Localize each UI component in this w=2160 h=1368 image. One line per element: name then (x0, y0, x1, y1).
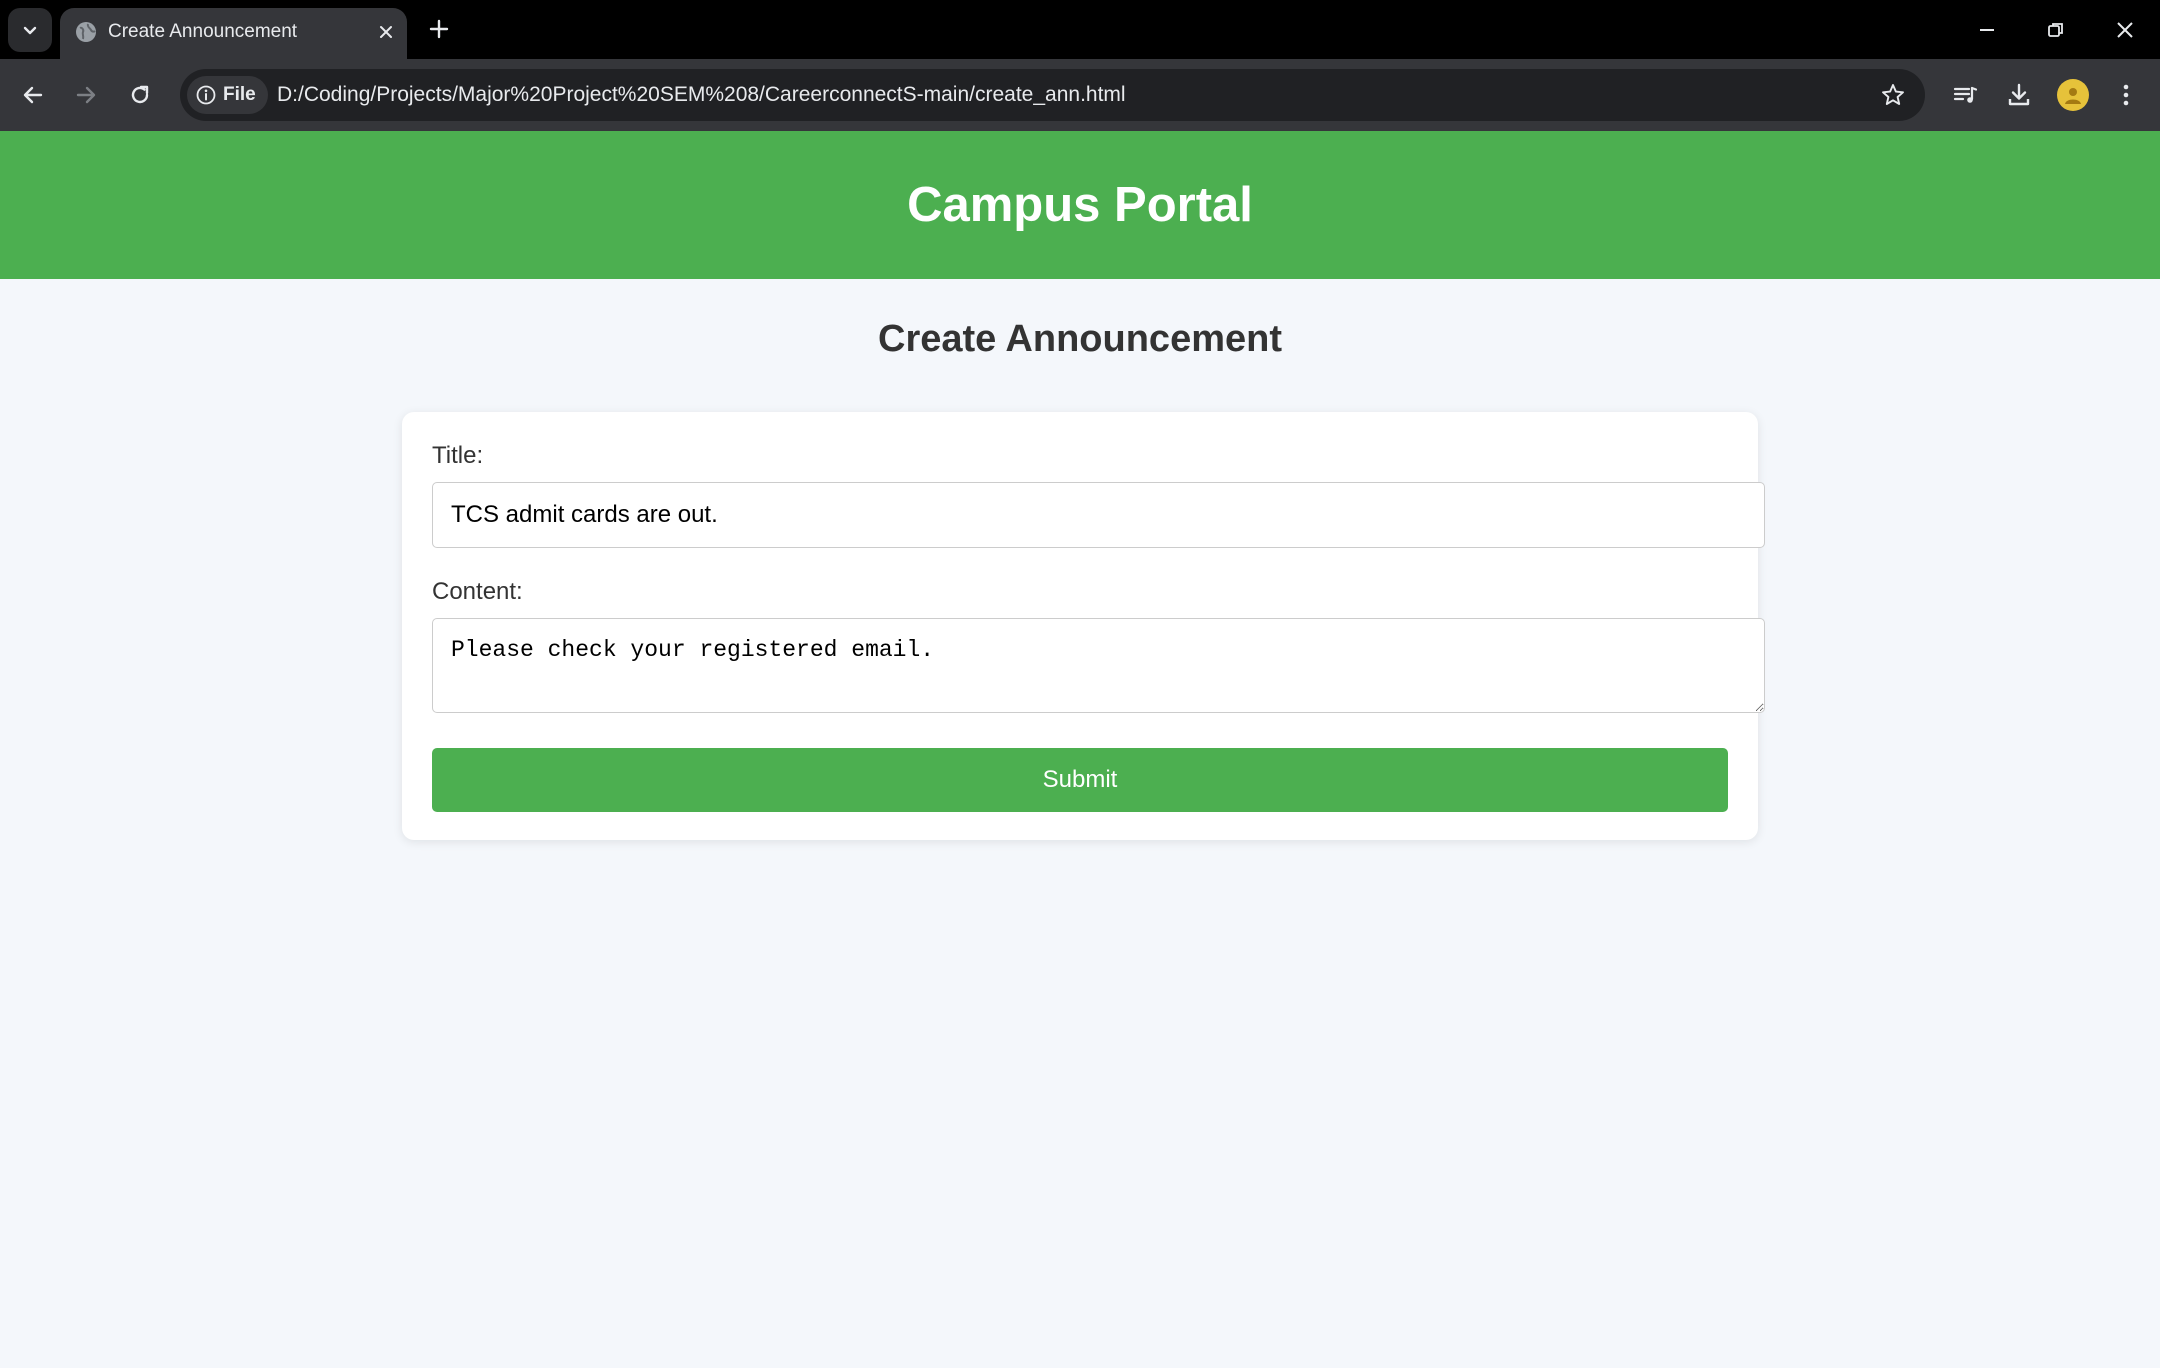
download-icon (2008, 83, 2030, 106)
content-label: Content: (432, 578, 523, 605)
star-icon (1882, 84, 1904, 105)
restore-button[interactable] (2036, 10, 2076, 50)
tab-search-button[interactable] (8, 8, 52, 52)
back-button[interactable] (11, 73, 55, 117)
forward-button[interactable] (64, 73, 108, 117)
window-close-button[interactable] (2105, 10, 2145, 50)
arrow-left-icon (23, 86, 43, 104)
address-bar[interactable]: File D:/Coding/Projects/Major%20Project%… (180, 69, 1925, 121)
reload-icon (131, 85, 149, 104)
site-info-label: File (223, 84, 256, 105)
url-text[interactable]: D:/Coding/Projects/Major%20Project%20SEM… (277, 83, 1126, 107)
more-vertical-icon (2123, 84, 2129, 106)
browser-toolbar: File D:/Coding/Projects/Major%20Project%… (0, 59, 2160, 131)
plus-icon (429, 19, 449, 39)
browser-tab-active[interactable]: Create Announcement (60, 8, 407, 59)
content-textarea[interactable]: Please check your registered email. (432, 618, 1765, 713)
restore-icon (2048, 23, 2063, 37)
media-control-button[interactable] (1943, 73, 1987, 117)
profile-icon (2065, 88, 2081, 104)
close-icon (2117, 22, 2133, 38)
globe-icon (76, 22, 96, 42)
info-icon (196, 85, 216, 105)
title-input[interactable] (432, 482, 1765, 548)
avatar[interactable] (2057, 79, 2089, 111)
site-info-chip[interactable]: File (187, 76, 268, 114)
chevron-down-icon (23, 26, 37, 35)
site-header: Campus Portal (0, 131, 2160, 279)
submit-button[interactable]: Submit (432, 748, 1728, 812)
new-tab-button[interactable] (422, 12, 456, 46)
title-label: Title: (432, 442, 484, 469)
downloads-button[interactable] (1997, 73, 2041, 117)
arrow-right-icon (76, 86, 96, 104)
minimize-icon (1980, 29, 1994, 31)
browser-tab-strip: Create Announcement (0, 0, 2160, 59)
browser-menu-button[interactable] (2104, 73, 2148, 117)
reload-button[interactable] (118, 73, 162, 117)
minimize-button[interactable] (1967, 10, 2007, 50)
queue-music-icon (1953, 86, 1978, 103)
page-title: Create Announcement (878, 318, 1282, 360)
announcement-form: Title: Content: Please check your regist… (402, 412, 1765, 840)
tab-title: Create Announcement (108, 21, 298, 42)
bookmark-button[interactable] (1875, 77, 1911, 113)
close-icon (380, 26, 392, 38)
site-title: Campus Portal (907, 178, 1253, 232)
tab-close-button[interactable] (373, 19, 399, 45)
